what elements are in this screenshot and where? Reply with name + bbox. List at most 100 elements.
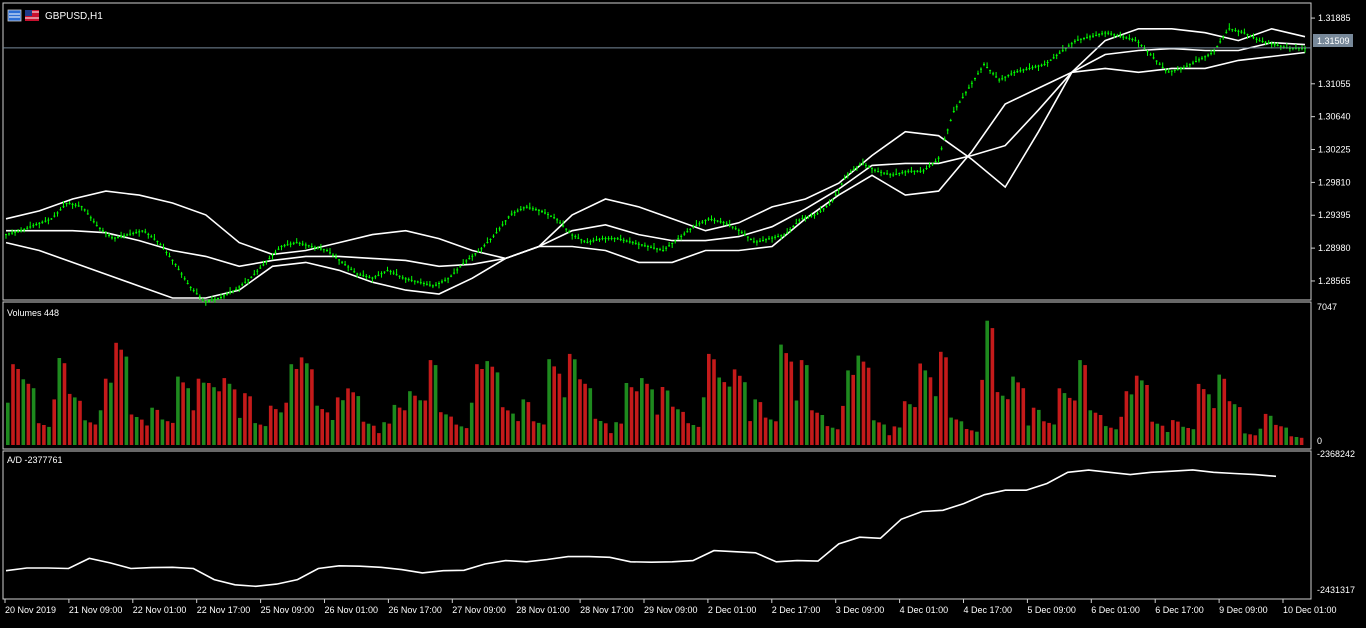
volume-bar-97 xyxy=(506,410,510,445)
volume-bar-248 xyxy=(1284,427,1288,445)
volume-bar-212 xyxy=(1098,415,1103,445)
volume-bar-23 xyxy=(124,356,129,445)
volume-bar-210 xyxy=(1088,410,1093,445)
volume-bar-228 xyxy=(1181,426,1185,445)
volume-bar-27 xyxy=(145,425,149,445)
ad-panel-title: A/D -2377761 xyxy=(7,455,63,465)
current-price-label: 1.31509 xyxy=(1317,36,1350,46)
volume-bar-118 xyxy=(614,422,618,445)
volume-bar-79 xyxy=(413,395,417,445)
price-tick-label-6: 1.28980 xyxy=(1318,243,1351,253)
volume-bar-238 xyxy=(1232,404,1237,445)
volume-bar-234 xyxy=(1212,408,1216,445)
volume-bar-237 xyxy=(1227,401,1232,445)
volume-bar-189 xyxy=(980,379,984,445)
volume-bar-95 xyxy=(495,372,500,445)
time-tick-label-8: 28 Nov 01:00 xyxy=(516,605,570,615)
volume-bar-218 xyxy=(1129,394,1134,445)
volume-bar-56 xyxy=(294,369,299,445)
time-tick-label-19: 9 Dec 09:00 xyxy=(1219,605,1268,615)
volume-bar-229 xyxy=(1186,428,1190,445)
volume-bar-244 xyxy=(1263,413,1268,445)
volume-bar-124 xyxy=(645,383,649,445)
volume-bar-85 xyxy=(444,414,448,445)
volume-bar-120 xyxy=(624,383,629,445)
volume-bar-1 xyxy=(11,364,15,445)
volume-bar-192 xyxy=(995,392,1000,445)
volume-bar-138 xyxy=(717,377,721,445)
time-tick-label-11: 2 Dec 01:00 xyxy=(708,605,757,615)
price-series-layer xyxy=(5,23,1306,306)
volume-bar-116 xyxy=(604,423,608,445)
volume-bar-20 xyxy=(109,382,113,445)
volume-bar-207 xyxy=(1073,400,1077,445)
volume-bar-10 xyxy=(57,358,62,445)
time-tick-label-10: 29 Nov 09:00 xyxy=(644,605,698,615)
volume-bar-163 xyxy=(846,370,850,445)
volume-bar-143 xyxy=(743,382,747,445)
volume-bar-26 xyxy=(140,419,144,445)
volume-bars-layer xyxy=(6,320,1304,445)
volume-bar-77 xyxy=(402,410,407,445)
time-tick-label-4: 25 Nov 09:00 xyxy=(261,605,315,615)
volume-bar-47 xyxy=(248,396,252,445)
volume-bar-110 xyxy=(573,359,577,445)
chart-canvas[interactable]: GBPUSD,H1 Volumes 448 A/D -2377761 1.318… xyxy=(0,0,1366,623)
volume-bar-111 xyxy=(578,379,582,445)
volume-bar-226 xyxy=(1171,420,1175,445)
volume-bar-227 xyxy=(1176,421,1180,445)
volume-bar-167 xyxy=(866,367,871,445)
volume-bar-217 xyxy=(1124,391,1129,445)
volume-bar-28 xyxy=(150,407,154,445)
price-tick-label-3: 1.30225 xyxy=(1318,145,1351,155)
volume-bar-126 xyxy=(655,414,660,445)
volume-bar-30 xyxy=(160,419,165,445)
volume-bar-42 xyxy=(222,378,227,445)
chart-window[interactable]: GBPUSD,H1 Volumes 448 A/D -2377761 1.318… xyxy=(0,0,1366,623)
time-tick-label-2: 22 Nov 01:00 xyxy=(133,605,187,615)
volume-bar-12 xyxy=(67,393,72,445)
volume-bar-92 xyxy=(480,369,484,445)
volume-bar-45 xyxy=(238,417,242,445)
volume-bar-88 xyxy=(459,426,464,445)
volume-bar-104 xyxy=(542,424,546,445)
volume-bar-214 xyxy=(1109,427,1113,445)
time-tick-label-13: 3 Dec 09:00 xyxy=(836,605,885,615)
volume-bar-17 xyxy=(93,424,98,445)
volume-bar-24 xyxy=(129,414,134,445)
volume-bar-249 xyxy=(1289,436,1294,445)
volume-bar-141 xyxy=(732,369,737,445)
volume-bar-16 xyxy=(88,422,93,445)
flag-icon xyxy=(25,10,39,21)
volume-bar-78 xyxy=(408,391,412,445)
volume-bar-137 xyxy=(712,359,716,445)
volume-bar-246 xyxy=(1274,424,1278,445)
volume-bar-60 xyxy=(315,405,319,445)
volume-bar-83 xyxy=(433,365,438,445)
volume-bar-215 xyxy=(1114,429,1118,445)
volume-bar-241 xyxy=(1248,434,1252,445)
volume-bar-72 xyxy=(377,433,381,445)
volume-bar-67 xyxy=(351,392,355,445)
volume-bar-62 xyxy=(325,412,330,445)
volume-bar-63 xyxy=(330,420,335,445)
volume-bar-176 xyxy=(913,407,917,445)
volume-bar-196 xyxy=(1016,382,1020,445)
volume-bar-125 xyxy=(650,389,654,445)
volume-bar-114 xyxy=(593,418,598,445)
volume-bar-144 xyxy=(748,421,752,445)
volume-bar-115 xyxy=(598,421,603,445)
volume-bar-107 xyxy=(557,373,562,445)
volume-bar-22 xyxy=(119,349,123,445)
volume-bar-135 xyxy=(701,397,706,445)
volume-bar-87 xyxy=(454,424,459,445)
volume-bar-38 xyxy=(201,382,206,445)
volume-bar-69 xyxy=(361,421,366,445)
volume-bar-46 xyxy=(243,393,247,445)
volume-bar-119 xyxy=(619,423,623,445)
volume-bar-129 xyxy=(671,406,675,445)
time-tick-label-17: 6 Dec 01:00 xyxy=(1091,605,1140,615)
volume-bar-224 xyxy=(1160,425,1165,445)
volume-bar-33 xyxy=(176,376,180,445)
volume-bar-134 xyxy=(696,426,701,445)
